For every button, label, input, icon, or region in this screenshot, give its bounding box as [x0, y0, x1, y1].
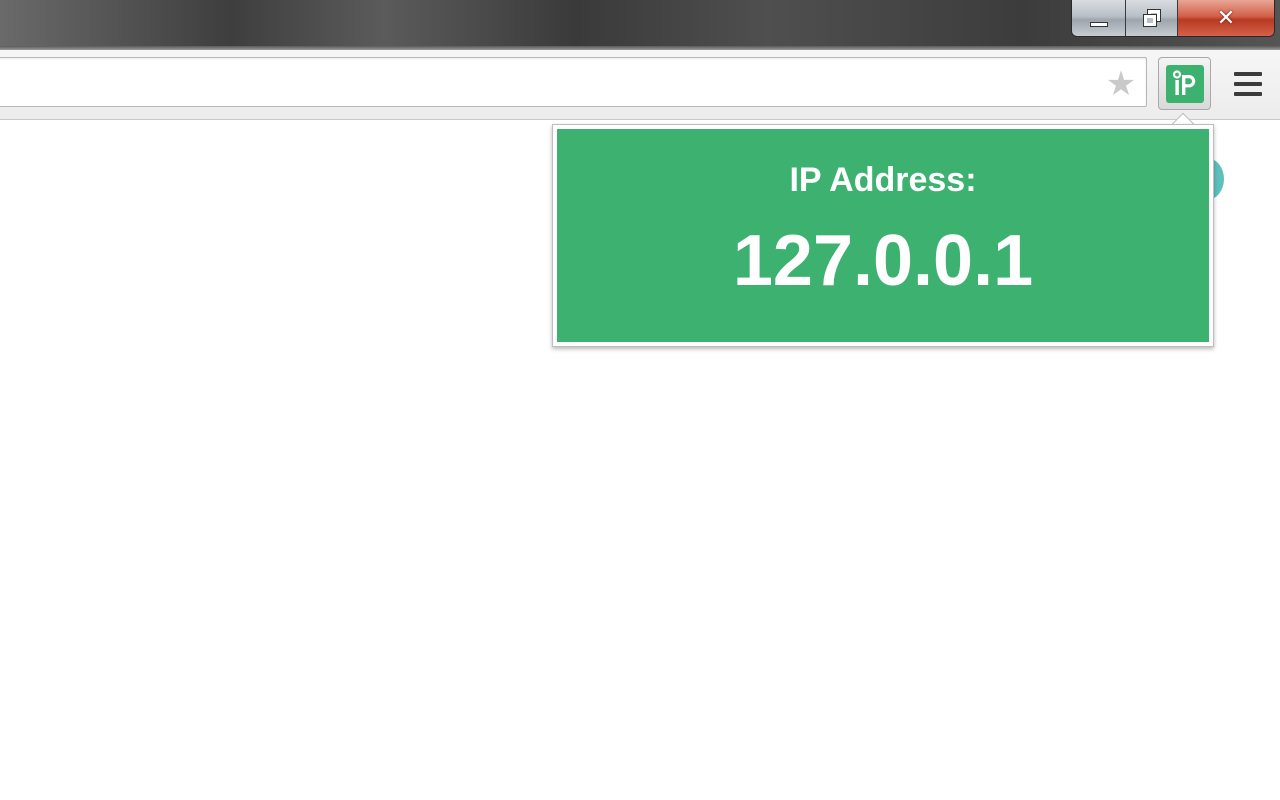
ip-address-label: IP Address: [789, 161, 977, 199]
close-button[interactable]: ✕ [1178, 0, 1274, 36]
restore-icon [1142, 9, 1161, 27]
minimize-icon [1089, 21, 1108, 27]
ip-popup: IP Address: 127.0.0.1 [552, 124, 1214, 347]
address-bar[interactable] [0, 57, 1147, 107]
ip-logo-icon [1172, 69, 1195, 95]
browser-toolbar [0, 50, 1280, 120]
title-bar: ✕ [0, 0, 1280, 50]
restore-button[interactable] [1126, 0, 1178, 36]
hamburger-menu-icon[interactable] [1234, 70, 1262, 98]
minimize-button[interactable] [1072, 0, 1126, 36]
star-icon[interactable]: ★ [1104, 67, 1138, 101]
ip-extension-button[interactable] [1158, 57, 1211, 110]
close-icon: ✕ [1216, 5, 1236, 31]
ip-extension-icon [1165, 64, 1204, 103]
window-controls: ✕ [1071, 0, 1275, 37]
ip-panel: IP Address: 127.0.0.1 [557, 129, 1209, 342]
ip-address-value: 127.0.0.1 [732, 221, 1034, 301]
